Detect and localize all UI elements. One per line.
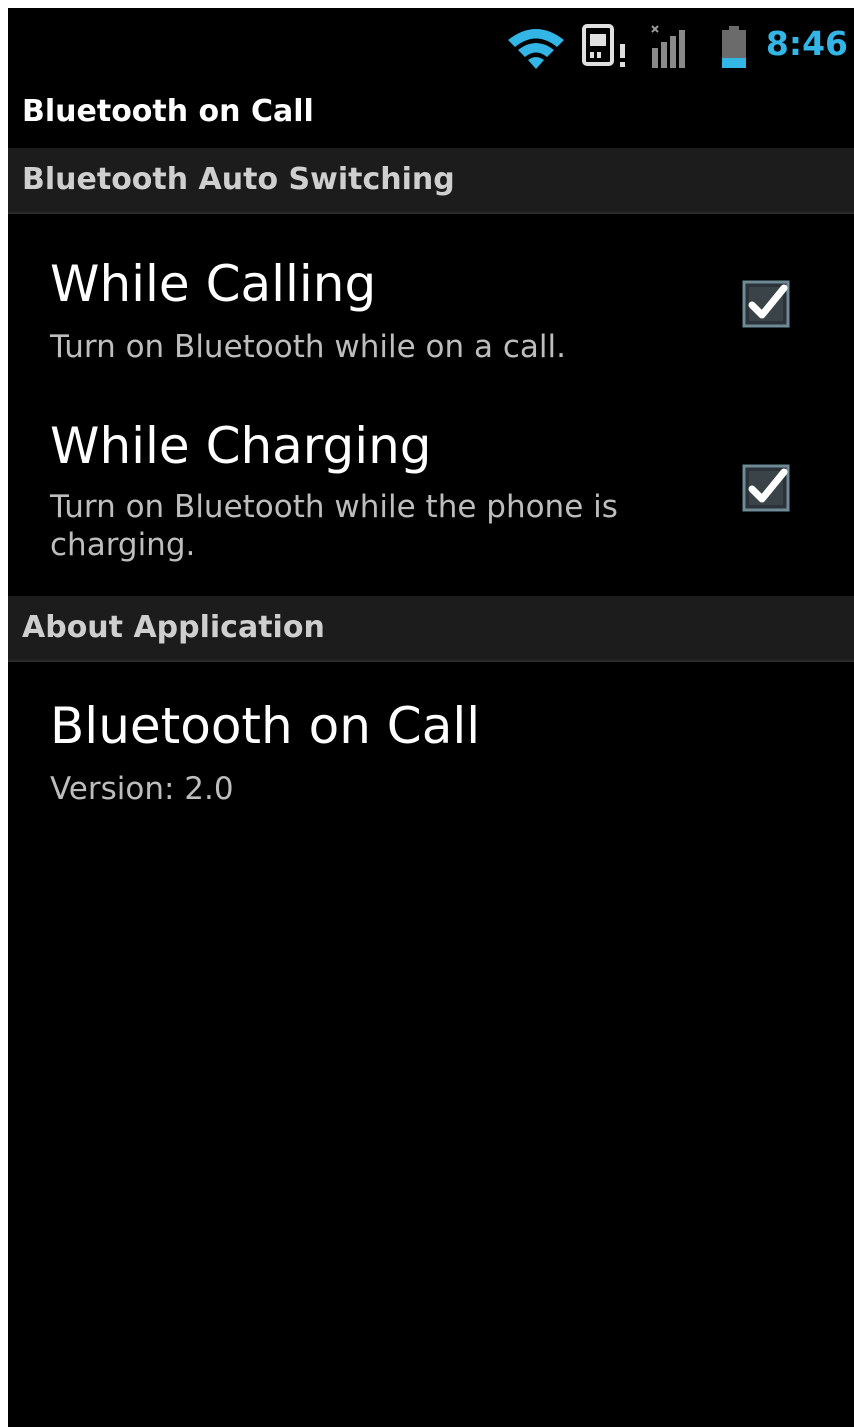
app-screen: 8:46 Bluetooth on Call Bluetooth Auto Sw… [8,8,854,1427]
battery-icon [722,26,746,68]
pref-about-app[interactable]: Bluetooth on Call Version: 2.0 [8,664,854,814]
while-charging-checkbox[interactable] [736,456,798,518]
pref-title: While Charging [50,417,432,475]
pref-summary: Turn on Bluetooth while on a call. [50,329,566,365]
pref-while-charging[interactable]: While Charging Turn on Bluetooth while t… [8,380,854,594]
category-label: Bluetooth Auto Switching [22,162,455,197]
pref-summary: Turn on Bluetooth while the phone is cha… [50,489,618,563]
signal-icon [651,25,685,68]
sim-alert-icon [582,24,625,67]
while-calling-checkbox[interactable] [736,272,798,334]
version-text: Version: 2.0 [50,771,234,807]
status-clock: 8:46 [765,24,848,63]
pref-title: Bluetooth on Call [50,697,481,755]
pref-title: While Calling [50,255,377,313]
status-bar: 8:46 [8,8,854,84]
wifi-icon [508,29,564,69]
category-header-about: About Application [8,596,854,662]
category-label: About Application [22,610,325,645]
pref-while-calling[interactable]: While Calling Turn on Bluetooth while on… [8,218,854,368]
page-title: Bluetooth on Call [22,94,314,129]
category-header-auto-switching: Bluetooth Auto Switching [8,148,854,214]
